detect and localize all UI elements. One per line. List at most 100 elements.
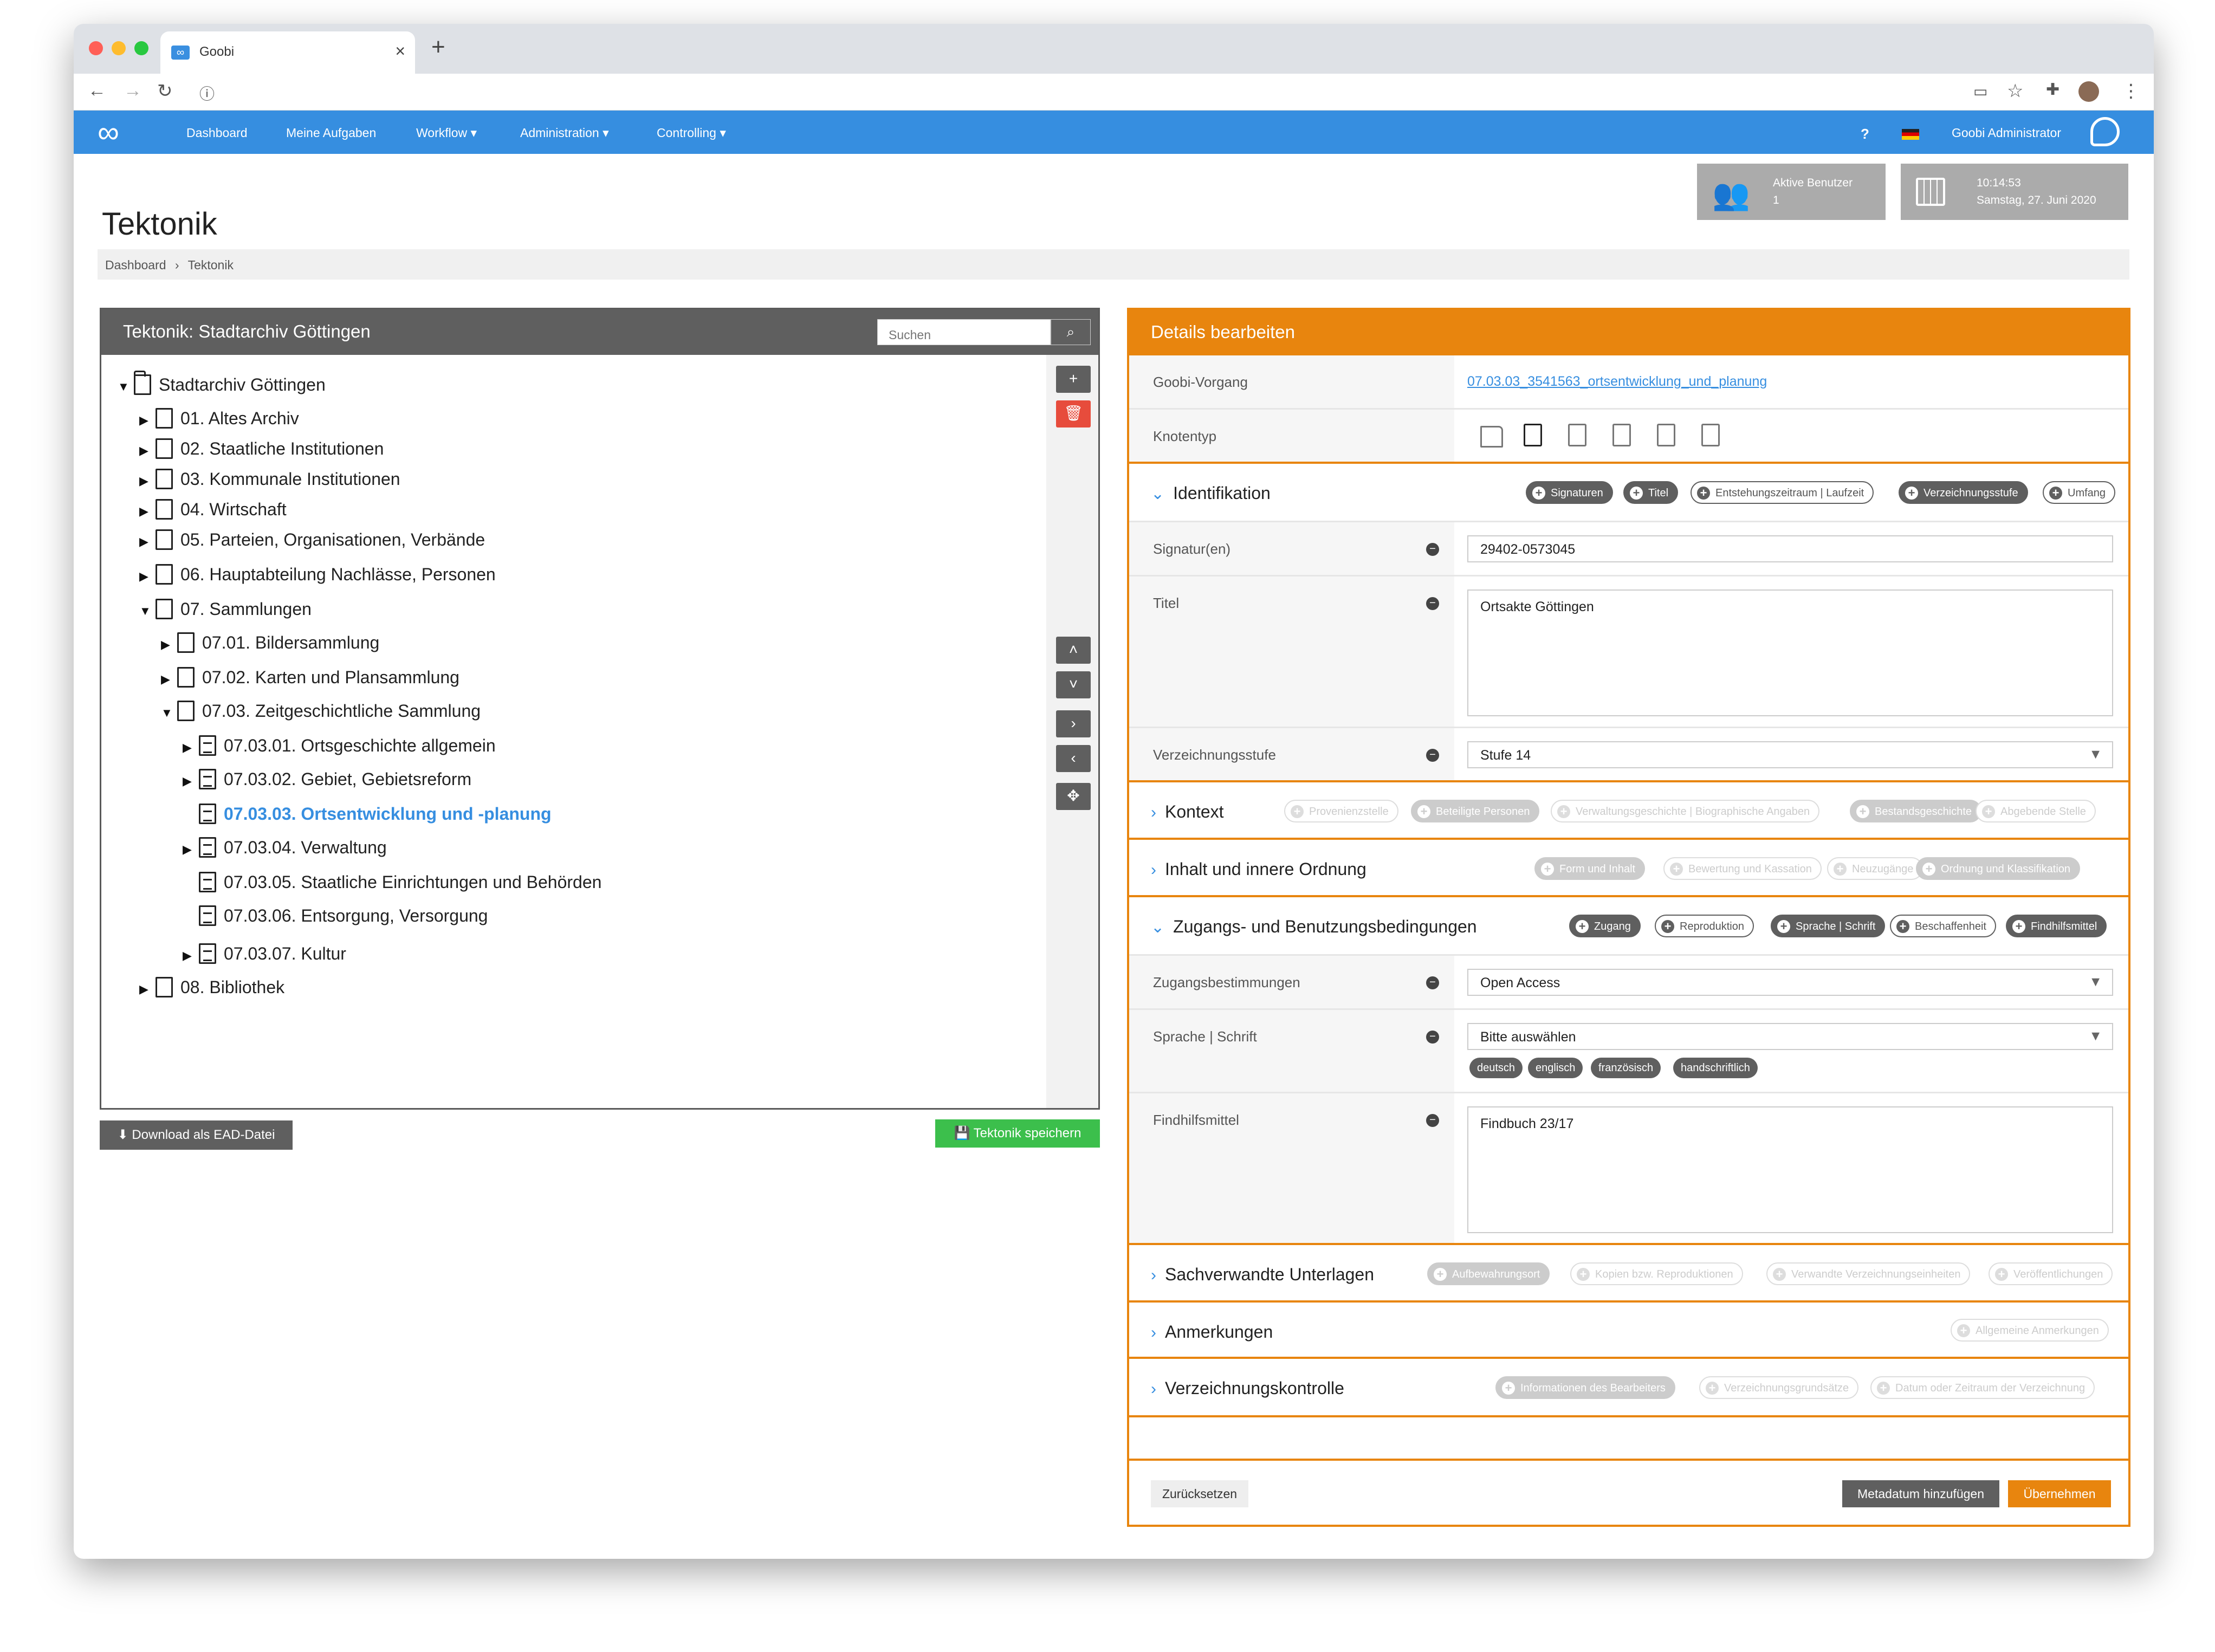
collapsed-arrow-icon[interactable]: ▶ <box>183 843 199 857</box>
move-up-button[interactable]: ˄ <box>1056 637 1091 664</box>
collapsed-arrow-icon[interactable]: ▶ <box>161 672 177 686</box>
signatur-input[interactable]: 29402-0573045 <box>1467 535 2113 562</box>
sprache-select[interactable]: Bitte auswählen ▼ <box>1467 1023 2113 1050</box>
expanded-arrow-icon[interactable]: ▼ <box>161 706 177 720</box>
collapsed-arrow-icon[interactable]: ▶ <box>183 949 199 963</box>
language-tag[interactable]: deutsch <box>1469 1058 1523 1078</box>
nav-workflow[interactable]: Workflow ▾ <box>416 126 477 140</box>
audio-type-icon[interactable] <box>1612 424 1631 446</box>
pill-sprache-schrift[interactable]: Sprache | Schrift <box>1771 915 1886 937</box>
pill-allgemeine-anmerkungen[interactable]: Allgemeine Anmerkungen <box>1951 1319 2109 1342</box>
new-tab-icon[interactable]: + <box>431 34 445 61</box>
tree-node-selected[interactable]: 07.03.03. Ortsentwicklung und -planung <box>183 804 552 824</box>
german-flag-icon[interactable] <box>1902 129 1919 140</box>
pill-titel[interactable]: Titel <box>1623 481 1679 504</box>
tab-close-icon[interactable]: × <box>395 41 405 61</box>
collapsed-arrow-icon[interactable]: ▶ <box>139 982 156 996</box>
user-avatar-icon[interactable] <box>2090 117 2120 146</box>
expanded-arrow-icon[interactable]: ▼ <box>139 604 156 618</box>
image-type-icon[interactable] <box>1568 424 1586 446</box>
folder-type-icon[interactable] <box>1480 426 1503 448</box>
pill-veroeffentlichungen[interactable]: Veröffentlichungen <box>1989 1262 2113 1285</box>
add-node-button[interactable]: + <box>1056 366 1091 393</box>
language-tag[interactable]: handschriftlich <box>1673 1058 1758 1078</box>
collapsed-arrow-icon[interactable]: ▶ <box>139 413 156 427</box>
tree-node[interactable]: ▶ 06. Hauptabteilung Nachlässe, Personen <box>139 564 496 585</box>
outdent-button[interactable]: ‹ <box>1056 745 1091 772</box>
collapsed-arrow-icon[interactable]: ▶ <box>183 741 199 755</box>
browser-menu-icon[interactable]: ⋮ <box>2122 80 2140 102</box>
tree-node[interactable]: ▶ 03. Kommunale Institutionen <box>139 469 400 489</box>
goobi-vorgang-link[interactable]: 07.03.03_3541563_ortsentwicklung_und_pla… <box>1467 374 1767 390</box>
inhalt-section[interactable]: › Inhalt und innere Ordnung Form und Inha… <box>1129 840 2128 897</box>
chevron-right-icon[interactable]: › <box>1151 804 1156 821</box>
chevron-right-icon[interactable]: › <box>1151 1324 1156 1342</box>
pill-ordnung-klassifikation[interactable]: Ordnung und Klassifikation <box>1916 857 2081 880</box>
pill-verzeichnungsgrundsaetze[interactable]: Verzeichnungsgrundsätze <box>1699 1376 1859 1399</box>
tree-node[interactable]: ▶ 07.03.04. Verwaltung <box>183 837 387 858</box>
nav-controlling[interactable]: Controlling ▾ <box>657 126 726 140</box>
breadcrumb-dashboard[interactable]: Dashboard <box>105 258 166 272</box>
profile-avatar[interactable] <box>2078 81 2099 102</box>
pill-reproduktion[interactable]: Reproduktion <box>1655 915 1754 937</box>
pill-beschaffenheit[interactable]: Beschaffenheit <box>1890 915 1996 937</box>
pill-verwaltungsgeschichte[interactable]: Verwaltungsgeschichte | Biographische An… <box>1551 800 1820 822</box>
reload-icon[interactable]: ↻ <box>157 80 173 102</box>
kontext-section[interactable]: › Kontext Provenienzstelle Beteiligte Per… <box>1129 782 2128 840</box>
tree-node[interactable]: ▶ 07.01. Bildersammlung <box>161 632 379 653</box>
tree-node[interactable]: ▶ 08. Bibliothek <box>139 977 284 997</box>
tree-node[interactable]: ▼ 07.03. Zeitgeschichtliche Sammlung <box>161 701 481 721</box>
pill-verzeichnungsstufe[interactable]: Verzeichnungsstufe <box>1899 481 2028 504</box>
pill-kopien-reproduktionen[interactable]: Kopien bzw. Reproduktionen <box>1570 1262 1743 1285</box>
tree-node[interactable]: ▶ 07.03.07. Kultur <box>183 943 346 964</box>
pdf-type-icon[interactable] <box>1657 424 1675 446</box>
tree-node[interactable]: ▼ 07. Sammlungen <box>139 599 312 619</box>
remove-sprache-icon[interactable]: − <box>1426 1031 1439 1044</box>
pill-abgebende-stelle[interactable]: Abgebende Stelle <box>1976 800 2096 822</box>
pill-bewertung-kassation[interactable]: Bewertung und Kassation <box>1663 857 1822 880</box>
verzeichnungsstufe-select[interactable]: Stufe 14 ▼ <box>1467 741 2113 768</box>
remove-signatur-icon[interactable]: − <box>1426 543 1439 556</box>
delete-node-button[interactable]: 🗑 <box>1056 400 1091 427</box>
chevron-right-icon[interactable]: › <box>1151 1380 1156 1398</box>
remove-verzeichnungsstufe-icon[interactable]: − <box>1426 749 1439 762</box>
pill-umfang[interactable]: Umfang <box>2043 481 2116 504</box>
pill-datum-verzeichnung[interactable]: Datum oder Zeitraum der Verzeichnung <box>1870 1376 2095 1399</box>
titel-textarea[interactable]: Ortsakte Göttingen <box>1467 589 2113 716</box>
search-input[interactable] <box>877 319 1051 345</box>
pill-entstehungszeitraum[interactable]: Entstehungszeitraum | Laufzeit <box>1691 481 1874 504</box>
download-ead-button[interactable]: ⬇ Download als EAD-Datei <box>100 1120 293 1150</box>
indent-button[interactable]: › <box>1056 710 1091 737</box>
add-metadata-button[interactable]: Metadatum hinzufügen <box>1842 1480 1999 1507</box>
tree-node[interactable]: 07.03.05. Staatliche Einrichtungen und B… <box>183 872 601 892</box>
help-icon[interactable]: ? <box>1861 126 1869 142</box>
move-down-button[interactable]: ˅ <box>1056 671 1091 698</box>
pill-verwandte-einheiten[interactable]: Verwandte Verzeichnungseinheiten <box>1766 1262 1971 1285</box>
collapsed-arrow-icon[interactable]: ▶ <box>139 474 156 488</box>
tree-node[interactable]: ▼ Stadtarchiv Göttingen <box>118 371 326 395</box>
chevron-right-icon[interactable]: › <box>1151 1266 1156 1284</box>
chevron-down-icon[interactable]: ⌄ <box>1151 485 1164 503</box>
tree-node[interactable]: ▶ 07.03.02. Gebiet, Gebietsreform <box>183 769 471 789</box>
sachverwandte-section[interactable]: › Sachverwandte Unterlagen Aufbewahrungso… <box>1129 1245 2128 1303</box>
pill-neuzugaenge[interactable]: Neuzugänge <box>1827 857 1923 880</box>
language-tag[interactable]: französisch <box>1591 1058 1661 1078</box>
remove-zugangsbestimmungen-icon[interactable]: − <box>1426 976 1439 989</box>
nav-administration[interactable]: Administration ▾ <box>520 126 609 140</box>
extensions-icon[interactable]: ✚ <box>2046 80 2059 99</box>
tree-node[interactable]: ▶ 04. Wirtschaft <box>139 499 287 520</box>
close-window-icon[interactable] <box>89 41 103 55</box>
collapsed-arrow-icon[interactable]: ▶ <box>183 774 199 788</box>
tree-node[interactable]: ▶ 02. Staatliche Institutionen <box>139 438 384 459</box>
pill-findhilfsmittel[interactable]: Findhilfsmittel <box>2006 915 2107 937</box>
search-button[interactable]: ⌕ <box>1051 319 1091 345</box>
findhilfsmittel-textarea[interactable]: Findbuch 23/17 <box>1467 1106 2113 1233</box>
nav-meine-aufgaben[interactable]: Meine Aufgaben <box>286 126 376 140</box>
tree-node[interactable]: ▶ 07.02. Karten und Plansammlung <box>161 667 459 688</box>
zugangsbestimmungen-select[interactable]: Open Access ▼ <box>1467 969 2113 996</box>
save-tektonik-button[interactable]: 💾 Tektonik speichern <box>935 1119 1100 1148</box>
drag-move-button[interactable]: ✥ <box>1056 783 1091 810</box>
expanded-arrow-icon[interactable]: ▼ <box>118 380 134 394</box>
verzeichnungskontrolle-section[interactable]: › Verzeichnungskontrolle Informationen de… <box>1129 1359 2128 1417</box>
pill-zugang[interactable]: Zugang <box>1569 915 1641 937</box>
